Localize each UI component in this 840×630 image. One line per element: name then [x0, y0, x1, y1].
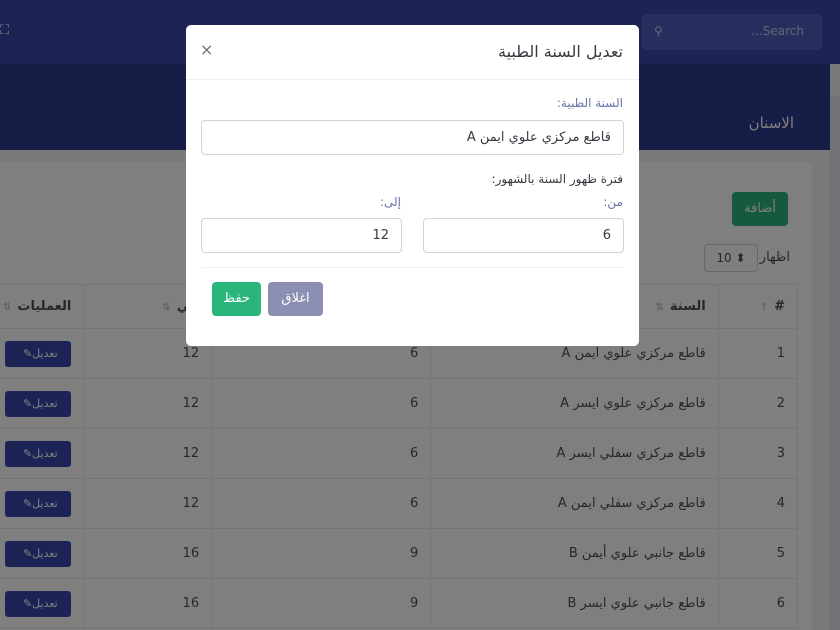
to-input[interactable]: 12: [201, 218, 402, 253]
tooth-name-label: السنة الطبية:: [556, 96, 623, 110]
from-input[interactable]: 6: [423, 218, 624, 253]
tooth-name-input[interactable]: قاطع مركزي علوي ايمن A: [201, 120, 624, 155]
edit-tooth-modal: تعديل السنة الطبية × السنة الطبية: قاطع …: [186, 25, 639, 346]
close-icon[interactable]: ×: [200, 41, 213, 59]
modal-title: تعديل السنة الطبية: [498, 42, 623, 61]
close-button[interactable]: اغلاق: [268, 282, 323, 316]
modal-divider: [202, 267, 623, 268]
period-label: فترة ظهور السنة بالشهور:: [491, 172, 623, 186]
to-label: إلى:: [379, 195, 401, 209]
modal-header: تعديل السنة الطبية ×: [186, 25, 639, 80]
from-label: من:: [603, 195, 623, 209]
save-button[interactable]: حفظ: [212, 282, 261, 316]
